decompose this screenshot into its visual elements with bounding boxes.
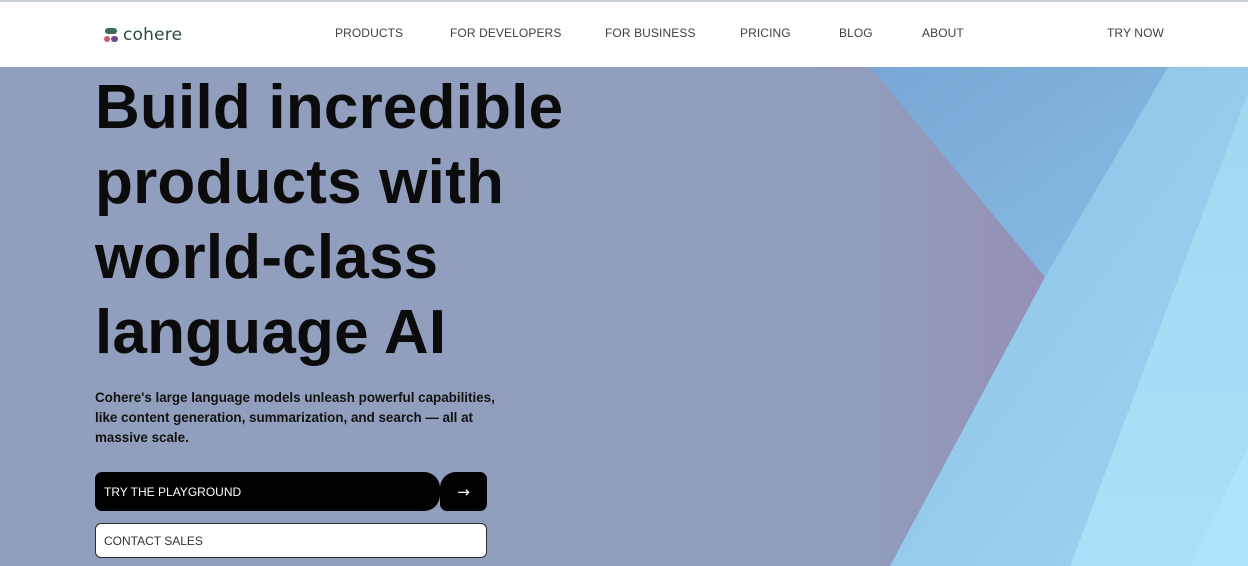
nav-about[interactable]: ABOUT bbox=[922, 26, 964, 40]
arrow-right-icon[interactable]: → bbox=[440, 472, 487, 511]
brand-name: cohere bbox=[123, 25, 183, 45]
headline-line-2: products with bbox=[95, 148, 505, 217]
nav-products[interactable]: PRODUCTS bbox=[335, 26, 403, 40]
cohere-logo-icon bbox=[104, 27, 119, 43]
try-playground-button[interactable]: TRY THE PLAYGROUND bbox=[95, 472, 440, 511]
hero-subtext: Cohere's large language models unleash p… bbox=[95, 390, 495, 445]
nav-try-now[interactable]: TRY NOW bbox=[1107, 26, 1164, 40]
nav-for-business[interactable]: FOR BUSINESS bbox=[605, 26, 696, 40]
nav-for-developers[interactable]: FOR DEVELOPERS bbox=[450, 26, 561, 40]
contact-sales-button[interactable]: CONTACT SALES bbox=[95, 523, 487, 558]
headline-line-1: Build incredible bbox=[95, 73, 564, 142]
headline-line-3: world-class bbox=[95, 223, 439, 292]
nav-pricing[interactable]: PRICING bbox=[740, 26, 791, 40]
hero-section: Build incredible products with world-cla… bbox=[0, 67, 1248, 566]
hero-headline: Build incredible products with world-cla… bbox=[95, 70, 735, 370]
headline-line-4: language AI bbox=[95, 298, 447, 367]
nav-blog[interactable]: BLOG bbox=[839, 26, 873, 40]
brand-logo[interactable]: cohere bbox=[104, 22, 182, 48]
site-header: cohere PRODUCTS FOR DEVELOPERS FOR BUSIN… bbox=[0, 2, 1248, 67]
